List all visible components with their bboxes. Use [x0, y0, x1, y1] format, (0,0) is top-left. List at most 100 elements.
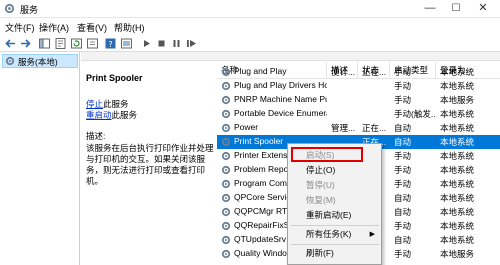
svg-text:?: ?	[108, 40, 112, 49]
tree-item-services-local[interactable]: 服务(本地)	[2, 54, 78, 68]
menu-item-all-tasks[interactable]: 所有任务(K) ▶	[288, 227, 381, 242]
gear-icon	[221, 179, 231, 189]
cell-logon: 本地系统	[440, 67, 475, 77]
table-row[interactable]: PNRP Machine Name Pub... 手动 本地服务	[217, 93, 500, 107]
start-highlight-box	[291, 147, 363, 162]
gear-icon	[221, 95, 231, 105]
cell-logon: 本地系统	[440, 179, 475, 189]
gear-icon	[221, 207, 231, 217]
gear-icon	[221, 193, 231, 203]
cell-status: 正在...	[362, 67, 387, 77]
properties-icon[interactable]	[54, 37, 67, 50]
cell-logon: 本地系统	[440, 207, 475, 217]
table-row[interactable]: Power 管理... 正在... 自动 本地系统	[217, 121, 500, 135]
cell-logon: 本地系统	[440, 123, 475, 133]
cell-startup: 手动	[394, 249, 412, 259]
window-title: 服务	[20, 5, 39, 15]
cell-logon: 本地系统	[440, 165, 475, 175]
gear-icon	[5, 56, 15, 66]
maximize-button[interactable]: ☐	[447, 1, 465, 17]
cell-logon: 本地系统	[440, 81, 475, 91]
restart-service-link[interactable]: 重启动	[86, 110, 112, 120]
cell-name: Plug and Play	[234, 66, 287, 76]
start-icon[interactable]	[140, 37, 153, 50]
help-icon[interactable]: ?	[104, 37, 117, 50]
menu-file[interactable]: 文件(F)	[5, 21, 35, 34]
menu-help[interactable]: 帮助(H)	[114, 21, 145, 34]
stop-service-link[interactable]: 停止	[86, 99, 103, 109]
title-bar: 服务 — ☐ ✕	[0, 0, 500, 18]
cell-startup: 自动	[394, 235, 412, 245]
cell-startup: 手动(触发...	[394, 109, 436, 119]
table-row[interactable]: Plug and Play Drivers Host 手动 本地系统	[217, 79, 500, 93]
cell-startup: 手动	[394, 151, 412, 161]
content-header-strip	[81, 52, 500, 61]
gear-icon	[221, 67, 231, 77]
cell-desc: 管理...	[331, 123, 356, 133]
pause-icon[interactable]	[170, 37, 183, 50]
cell-startup: 自动	[394, 193, 412, 203]
cell-logon: 本地系统	[440, 193, 475, 203]
stop-icon[interactable]	[155, 37, 168, 50]
stop-service-suffix: 此服务	[103, 99, 129, 109]
export-icon[interactable]	[86, 37, 99, 50]
cell-logon: 本地系统	[440, 109, 475, 119]
menu-bar: 文件(F) 操作(A) 查看(V) 帮助(H)	[0, 18, 500, 35]
console-tree: 服务(本地)	[0, 52, 80, 265]
description-label: 描述:	[86, 131, 106, 141]
restart-service-suffix: 此服务	[111, 110, 138, 120]
cell-startup: 自动	[394, 207, 412, 217]
cell-desc: 使计...	[331, 67, 356, 77]
gear-icon	[221, 165, 231, 175]
submenu-arrow-icon: ▶	[369, 231, 375, 238]
cell-status: 正在...	[362, 123, 387, 133]
menu-separator	[291, 225, 379, 226]
gear-icon	[221, 249, 231, 259]
toolbar: ?	[0, 35, 500, 52]
cell-logon: 本地系统	[440, 221, 475, 231]
close-button[interactable]: ✕	[474, 1, 492, 17]
cell-startup: 手动	[394, 95, 412, 105]
cell-startup: 自动	[394, 123, 412, 133]
cell-name: PNRP Machine Name Pub...	[234, 94, 327, 104]
cell-name: Plug and Play Drivers Host	[234, 80, 327, 90]
cell-logon: 本地系统	[440, 137, 475, 147]
forward-icon[interactable]	[19, 37, 32, 50]
all-tasks-label: 所有任务(K)	[306, 229, 352, 239]
gear-icon	[221, 123, 231, 133]
properties-sheet-icon[interactable]	[120, 37, 133, 50]
menu-separator	[291, 244, 379, 245]
gear-icon	[221, 151, 231, 161]
service-title: Print Spooler	[86, 73, 143, 83]
menu-item-restart[interactable]: 重新启动(E)	[288, 208, 381, 223]
back-icon[interactable]	[4, 37, 17, 50]
cell-logon: 本地系统	[440, 235, 475, 245]
cell-startup: 手动	[394, 81, 412, 91]
restart-icon[interactable]	[185, 37, 198, 50]
refresh-icon[interactable]	[70, 37, 83, 50]
table-row[interactable]: Plug and Play 使计... 正在... 手动 本地系统	[217, 65, 500, 79]
console-tree-icon[interactable]	[38, 37, 51, 50]
gear-icon	[221, 235, 231, 245]
menu-item-refresh[interactable]: 刷新(F)	[288, 246, 381, 261]
cell-name: Portable Device Enumera...	[234, 108, 327, 118]
service-detail-pane: Print Spooler 停止此服务 重启动此服务 描述: 该服务在后台执行打…	[81, 62, 217, 265]
menu-item-stop[interactable]: 停止(O)	[288, 163, 381, 178]
cell-startup: 手动	[394, 221, 412, 231]
cell-logon: 本地服务	[440, 249, 475, 259]
description-text: 该服务在后台执行打印作业并处理与打印机的交互。如果关闭该服务，则无法进行打印或查…	[86, 143, 214, 186]
gear-icon	[221, 109, 231, 119]
gear-icon	[221, 221, 231, 231]
table-row[interactable]: Portable Device Enumera... 手动(触发... 本地系统	[217, 107, 500, 121]
tree-item-label: 服务(本地)	[18, 57, 58, 67]
menu-view[interactable]: 查看(V)	[77, 21, 107, 34]
menu-action[interactable]: 操作(A)	[39, 21, 69, 34]
services-app-icon	[4, 3, 15, 14]
menu-item-resume[interactable]: 恢复(M)	[288, 193, 381, 208]
minimize-button[interactable]: —	[421, 1, 439, 17]
cell-startup: 手动	[394, 179, 412, 189]
menu-item-pause[interactable]: 暂停(U)	[288, 178, 381, 193]
cell-logon: 本地服务	[440, 95, 475, 105]
cell-startup: 自动	[394, 137, 412, 147]
cell-startup: 手动	[394, 165, 412, 175]
